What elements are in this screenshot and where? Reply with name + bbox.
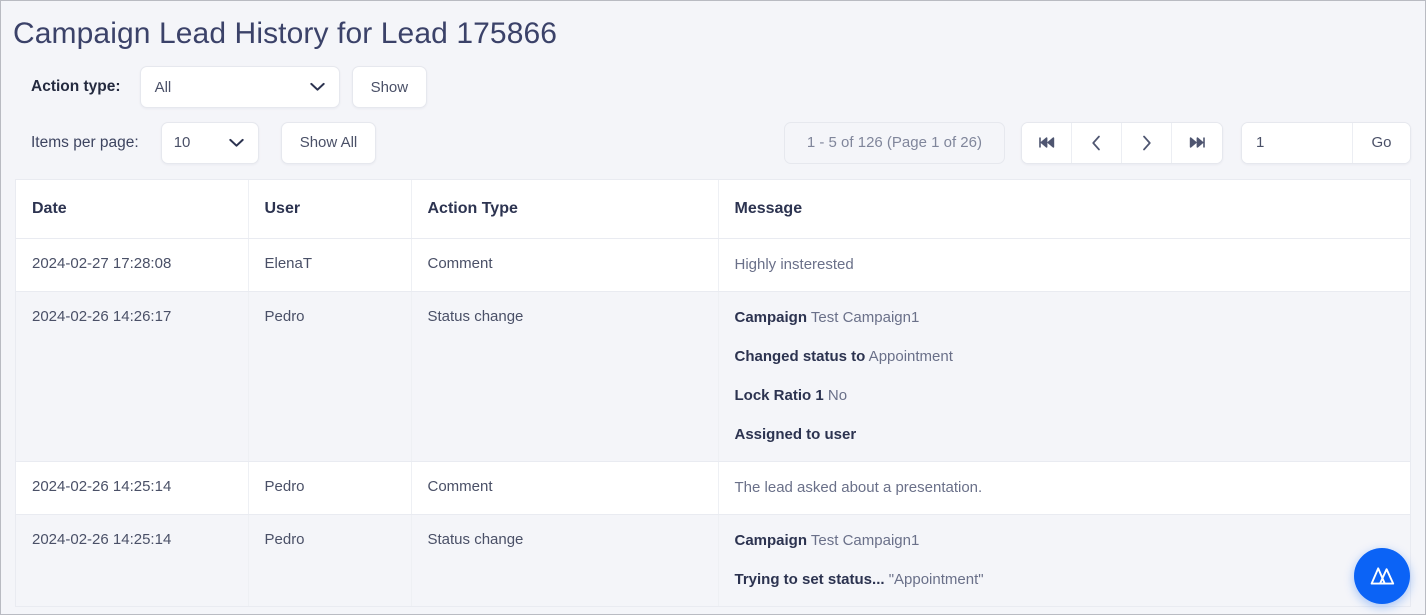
message-label: Assigned to user [734, 426, 857, 443]
table-body: 2024-02-27 17:28:08 ElenaT Comment Highly i… [16, 238, 1411, 607]
table-row[interactable]: 2024-02-26 14:26:17 Pedro Status change Cam… [16, 291, 1411, 462]
page-number-input[interactable] [1242, 122, 1352, 163]
table-header: Date User Action Type Message [16, 180, 1410, 239]
first-page-icon [1038, 136, 1055, 149]
action-type-select[interactable]: All [139, 66, 340, 108]
chevron-down-icon [229, 138, 244, 147]
brand-action-button[interactable] [1354, 548, 1410, 604]
message-label: Campaign [734, 532, 808, 549]
goto-page-group: Go [1241, 121, 1411, 164]
table-row[interactable]: 2024-02-26 14:25:14 Pedro Comment The lead … [16, 461, 1411, 515]
cell-user: ElenaT [248, 238, 412, 292]
message-label: Campaign [734, 309, 808, 326]
message-line: Assigned to user [735, 425, 1411, 445]
message-line: Trying to set status... "Appointment" [735, 570, 1411, 590]
cell-message: Campaign Test Campaign1 Changed status to… [718, 291, 1411, 462]
cell-date: 2024-02-26 14:25:14 [16, 461, 249, 515]
message-line: Campaign Test Campaign1 [735, 531, 1411, 551]
chevron-down-icon [309, 82, 325, 92]
message-line: Changed status to Appointment [735, 347, 1411, 367]
cell-action-type: Status change [411, 514, 719, 607]
column-header-action-type[interactable]: Action Type [411, 180, 719, 239]
cell-date: 2024-02-26 14:25:14 [16, 514, 249, 607]
pagination-status: 1 - 5 of 126 (Page 1 of 26) [783, 121, 1005, 164]
cell-action-type: Comment [411, 461, 719, 515]
message-label: Changed status to [734, 348, 866, 365]
cell-action-type: Comment [411, 238, 719, 292]
message-line: Campaign Test Campaign1 [735, 308, 1411, 328]
cell-message: Campaign Test Campaign1 Trying to set sta… [718, 514, 1411, 607]
pagination-nav-group [1021, 121, 1223, 164]
message-line: Highly insterested [735, 255, 1411, 275]
last-page-button[interactable] [1172, 122, 1222, 163]
message-line: Lock Ratio 1 No [735, 386, 1411, 406]
history-table: Date User Action Type Message 2024-02-27… [16, 180, 1410, 607]
cell-message: Highly insterested [718, 238, 1411, 292]
table-row[interactable]: 2024-02-26 14:25:14 Pedro Status change Cam… [16, 514, 1411, 607]
column-header-user[interactable]: User [248, 180, 412, 239]
show-all-button[interactable]: Show All [280, 121, 377, 164]
cell-user: Pedro [248, 514, 412, 607]
items-per-page-select[interactable]: 10 [160, 121, 259, 164]
go-button[interactable]: Go [1352, 122, 1410, 163]
cell-message: The lead asked about a presentation. [718, 461, 1411, 515]
column-header-message[interactable]: Message [718, 180, 1410, 239]
action-type-selected-value: All [154, 78, 172, 96]
message-label: Trying to set status... [734, 571, 885, 588]
previous-page-button[interactable] [1072, 122, 1122, 163]
next-page-button[interactable] [1122, 122, 1172, 163]
cell-date: 2024-02-26 14:26:17 [16, 291, 249, 462]
pagination-toolbar: Items per page: 10 Show All 1 - 5 of 126… [1, 104, 1425, 164]
message-label: Lock Ratio 1 [734, 387, 824, 404]
message-value: Test Campaign1 [807, 532, 920, 549]
filter-toolbar: Action type: All Show [1, 54, 1425, 108]
message-value: Test Campaign1 [807, 309, 920, 326]
message-value: Highly insterested [734, 256, 854, 273]
message-value: "Appointment" [884, 571, 984, 588]
page-title: Campaign Lead History for Lead 175866 [13, 17, 558, 50]
previous-page-icon [1091, 135, 1102, 151]
brand-logo-icon [1369, 566, 1395, 586]
message-value: Appointment [865, 348, 953, 365]
cell-action-type: Status change [411, 291, 719, 462]
items-per-page-value: 10 [173, 134, 191, 151]
table-row[interactable]: 2024-02-27 17:28:08 ElenaT Comment Highly i… [16, 238, 1411, 292]
first-page-button[interactable] [1022, 122, 1072, 163]
history-table-container: Date User Action Type Message 2024-02-27… [15, 179, 1411, 607]
column-header-date[interactable]: Date [16, 180, 249, 239]
next-page-icon [1141, 135, 1152, 151]
page-container: Campaign Lead History for Lead 175866 Ac… [0, 0, 1426, 615]
cell-user: Pedro [248, 291, 412, 462]
items-per-page-label: Items per page: [31, 133, 139, 151]
message-value: The lead asked about a presentation. [734, 479, 983, 496]
show-button[interactable]: Show [351, 66, 428, 108]
table-header-row: Date User Action Type Message [16, 180, 1410, 239]
action-type-label: Action type: [31, 78, 121, 95]
message-value: No [823, 387, 848, 404]
last-page-icon [1189, 136, 1206, 149]
pagination-controls: 1 - 5 of 126 (Page 1 of 26) 1 Go [783, 121, 1411, 164]
message-line: The lead asked about a presentation. [735, 478, 1411, 498]
cell-date: 2024-02-27 17:28:08 [16, 238, 249, 292]
cell-user: Pedro [248, 461, 412, 515]
